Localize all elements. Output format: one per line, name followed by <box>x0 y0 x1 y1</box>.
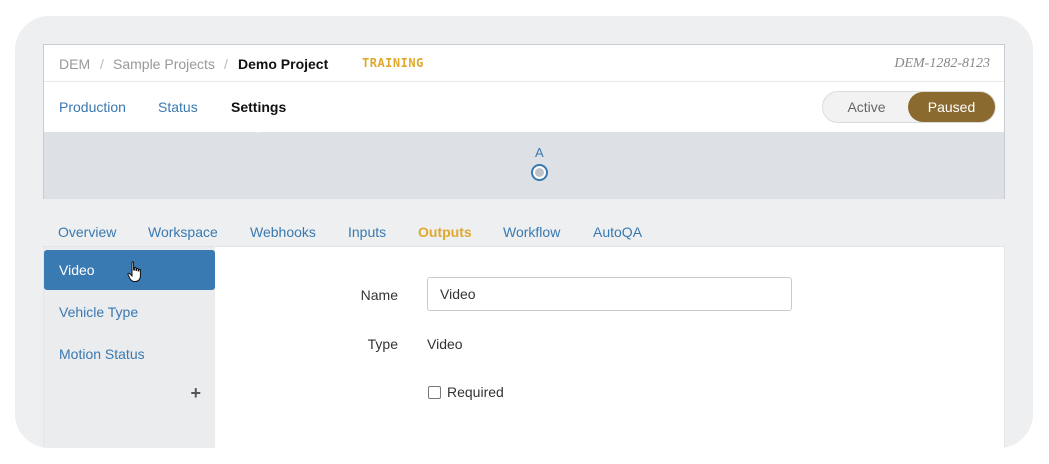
sidebar-item-motion-status[interactable]: Motion Status <box>44 334 215 374</box>
tab-overview[interactable]: Overview <box>58 224 116 240</box>
sidebar-item-video[interactable]: Video <box>44 250 215 290</box>
outputs-sidebar: Video Vehicle Type Motion Status + <box>44 247 215 448</box>
tab-webhooks[interactable]: Webhooks <box>250 224 316 240</box>
stage-node-icon[interactable] <box>531 164 548 181</box>
tab-workflow[interactable]: Workflow <box>503 224 560 240</box>
outputs-content: Video Vehicle Type Motion Status + Name … <box>43 246 1005 448</box>
sidebar-item-label: Video <box>59 262 95 278</box>
workflow-stage-area: A <box>44 132 1004 199</box>
add-output-icon[interactable]: + <box>190 383 201 404</box>
status-toggle[interactable]: Active Paused <box>822 91 996 123</box>
nav-settings[interactable]: Settings <box>231 99 286 115</box>
required-checkbox[interactable] <box>428 386 441 399</box>
breadcrumb-separator: / <box>100 56 104 72</box>
tab-autoqa[interactable]: AutoQA <box>593 224 642 240</box>
nav-production[interactable]: Production <box>59 99 126 115</box>
hand-cursor-icon <box>127 261 141 282</box>
name-label: Name <box>360 287 398 303</box>
breadcrumb: DEM / Sample Projects / Demo Project TRA… <box>44 45 1004 82</box>
tab-outputs[interactable]: Outputs <box>418 224 472 240</box>
nav-status[interactable]: Status <box>158 99 198 115</box>
toggle-paused[interactable]: Paused <box>908 92 995 122</box>
breadcrumb-separator: / <box>224 56 228 72</box>
name-input[interactable] <box>427 277 792 311</box>
type-value: Video <box>427 336 463 352</box>
toggle-active[interactable]: Active <box>823 92 910 122</box>
breadcrumb-item-sample-projects[interactable]: Sample Projects <box>113 56 215 72</box>
settings-tabs: Overview Workspace Webhooks Inputs Outpu… <box>43 216 1005 246</box>
sidebar-item-vehicle-type[interactable]: Vehicle Type <box>44 292 215 332</box>
project-nav: Production Status Settings Active Paused <box>44 82 1004 132</box>
breadcrumb-current: Demo Project <box>238 56 329 72</box>
training-badge: TRAINING <box>362 56 424 70</box>
project-id: DEM-1282-8123 <box>894 56 990 71</box>
type-label: Type <box>367 336 398 352</box>
stage-label: A <box>535 145 544 160</box>
nav-active-caret <box>250 125 266 133</box>
tab-inputs[interactable]: Inputs <box>348 224 386 240</box>
breadcrumb-item-dem[interactable]: DEM <box>59 56 90 72</box>
project-header-panel: DEM / Sample Projects / Demo Project TRA… <box>43 44 1005 199</box>
required-label[interactable]: Required <box>447 384 504 400</box>
tab-workspace[interactable]: Workspace <box>148 224 218 240</box>
app-frame: DEM / Sample Projects / Demo Project TRA… <box>15 16 1033 448</box>
